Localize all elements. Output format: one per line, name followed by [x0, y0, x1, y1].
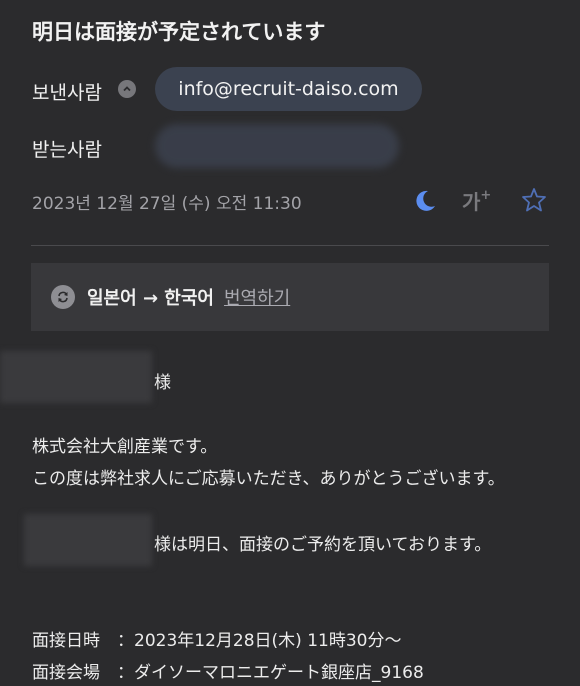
- email-date: 2023년 12월 27일 (수) 오전 11:30: [32, 194, 302, 214]
- recipient-address-chip-redacted[interactable]: [155, 124, 399, 168]
- star-icon[interactable]: [520, 186, 548, 214]
- translate-languages: 일본어 → 한국어: [87, 288, 214, 309]
- font-size-icon[interactable]: 가+: [462, 186, 491, 215]
- salutation-suffix: 様: [154, 373, 171, 393]
- body-line-1: 株式会社大創産業です。: [32, 437, 218, 457]
- translate-icon: [51, 285, 75, 309]
- recipient-name-redacted: [0, 351, 152, 403]
- expand-chevron-icon[interactable]: [118, 80, 136, 98]
- body-line-2: この度は弊社求人にご応募いただき、ありがとうございます。: [32, 469, 505, 489]
- to-label: 받는사람: [32, 139, 102, 161]
- dark-mode-moon-icon[interactable]: [412, 188, 438, 214]
- translate-bar: 일본어 → 한국어 번역하기: [31, 263, 549, 331]
- from-label: 보낸사람: [32, 82, 102, 104]
- recipient-name-redacted-2: [24, 514, 152, 566]
- email-subject: 明日は面接が予定されています: [32, 20, 326, 44]
- body-line-3: 様は明日、面接のご予約を頂いております。: [154, 535, 492, 555]
- header-divider: [31, 245, 549, 246]
- interview-venue-row: 面接会場 ：ダイソーマロニエゲート銀座店_9168: [32, 663, 424, 683]
- translate-link[interactable]: 번역하기: [224, 284, 290, 310]
- sender-address-chip[interactable]: info@recruit-daiso.com: [155, 67, 422, 111]
- interview-date-row: 面接日時 ：2023年12月28日(木) 11時30分～: [32, 631, 402, 651]
